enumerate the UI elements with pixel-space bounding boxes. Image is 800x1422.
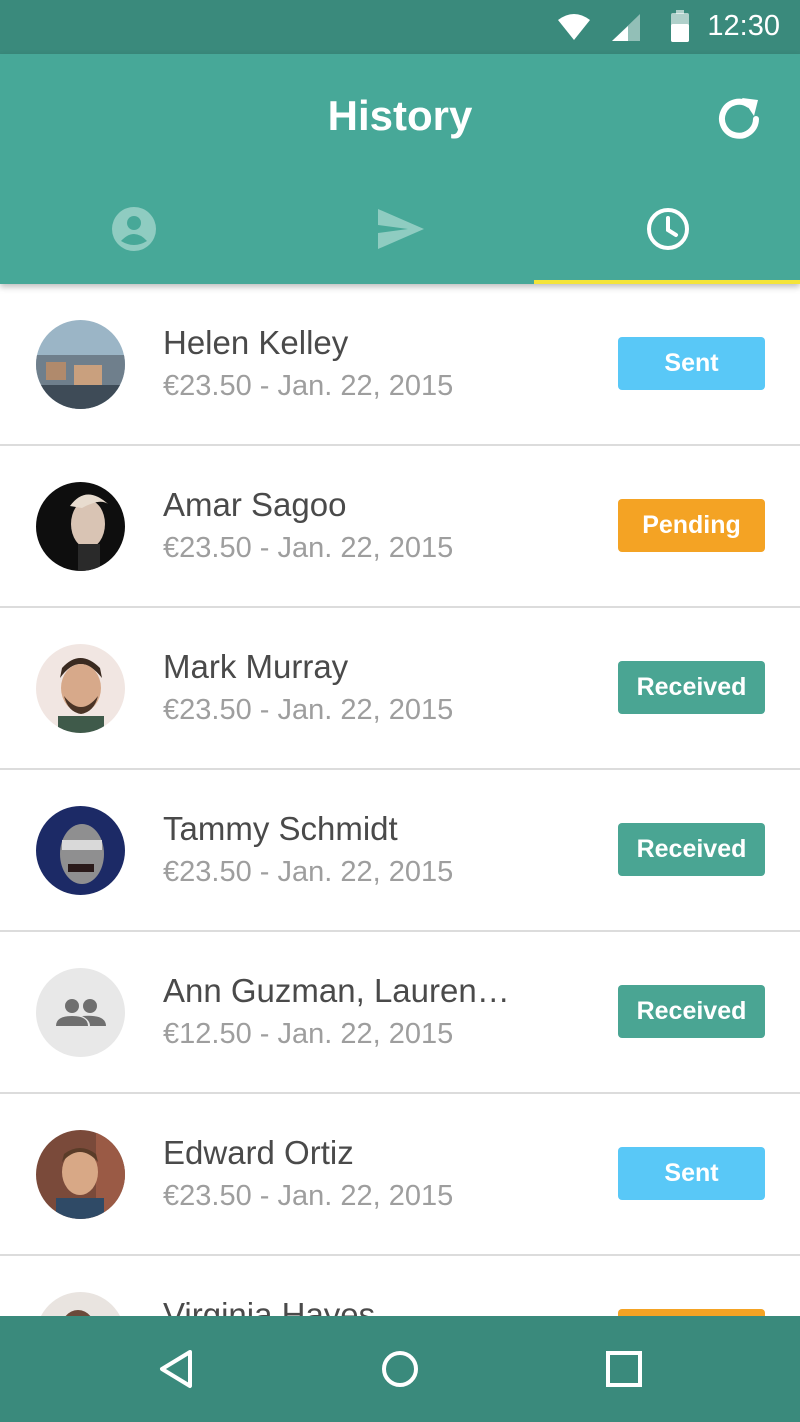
group-icon [56,999,106,1026]
cell-signal-icon [612,14,640,41]
profile-photo [36,806,125,895]
status-badge: Pending [618,499,765,552]
avatar [36,482,125,571]
transaction-detail: €23.50 - Jan. 22, 2015 [163,532,454,564]
transaction-detail: €23.50 - Jan. 22, 2015 [163,370,454,402]
list-item[interactable]: Ann Guzman, Lauren… €12.50 - Jan. 22, 20… [0,932,800,1094]
status-badge: Received [618,823,765,876]
tab-indicator [534,280,800,284]
profile-photo [36,1130,125,1219]
tab-history[interactable] [534,174,800,284]
contact-name: Tammy Schmidt [163,810,398,847]
profile-photo [36,644,125,733]
transaction-detail: €23.50 - Jan. 22, 2015 [163,1180,454,1212]
avatar [36,1292,125,1316]
transaction-detail: €23.50 - Jan. 22, 2015 [163,694,454,726]
avatar [36,968,125,1057]
contact-name: Virginia Hayes [163,1296,376,1316]
wifi-icon [558,14,590,40]
page-title: History [327,92,473,139]
list-item[interactable]: Helen Kelley €23.50 - Jan. 22, 2015 Sent [0,284,800,446]
status-badge: Sent [618,337,765,390]
status-bar: 12:30 [0,0,800,54]
clock-icon [646,208,689,250]
contact-name: Helen Kelley [163,324,349,361]
status-badge: Sent [618,1147,765,1200]
refresh-icon[interactable] [712,92,766,146]
list-item[interactable]: Virginia Hayes [0,1256,800,1316]
profile-photo [36,1292,125,1316]
send-icon [377,209,424,249]
history-list: Helen Kelley €23.50 - Jan. 22, 2015 Sent… [0,284,800,1316]
tab-profile[interactable] [0,174,267,284]
tab-send[interactable] [267,174,534,284]
avatar [36,1130,125,1219]
contact-name: Edward Ortiz [163,1134,354,1171]
list-item[interactable]: Tammy Schmidt €23.50 - Jan. 22, 2015 Rec… [0,770,800,932]
avatar [36,806,125,895]
transaction-detail: €12.50 - Jan. 22, 2015 [163,1018,454,1050]
status-badge: Received [618,661,765,714]
status-badge: Received [618,985,765,1038]
home-icon[interactable] [375,1344,425,1394]
system-nav-bar [0,1316,800,1422]
profile-photo [36,482,125,571]
account-circle-icon [111,207,156,251]
app-bar: History [0,54,800,284]
back-icon[interactable] [152,1344,202,1394]
list-item[interactable]: Mark Murray €23.50 - Jan. 22, 2015 Recei… [0,608,800,770]
status-badge [618,1309,765,1316]
contact-name: Mark Murray [163,648,349,685]
battery-icon [671,10,689,42]
clock-time: 12:30 [707,10,780,42]
avatar [36,644,125,733]
list-item[interactable]: Amar Sagoo €23.50 - Jan. 22, 2015 Pendin… [0,446,800,608]
contact-name: Ann Guzman, Lauren… [163,972,510,1009]
landscape-photo [36,320,125,409]
list-item[interactable]: Edward Ortiz €23.50 - Jan. 22, 2015 Sent [0,1094,800,1256]
avatar [36,320,125,409]
transaction-detail: €23.50 - Jan. 22, 2015 [163,856,454,888]
contact-name: Amar Sagoo [163,486,347,523]
recents-icon[interactable] [599,1344,649,1394]
